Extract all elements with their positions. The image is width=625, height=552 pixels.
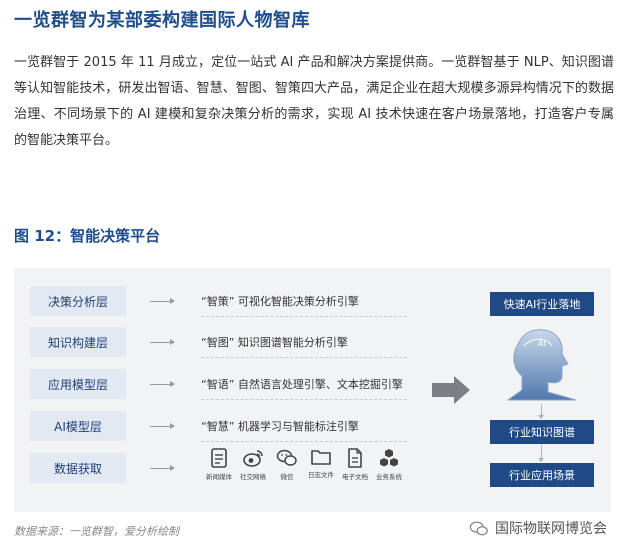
arrow-icon: [150, 298, 175, 304]
article-heading: 一览群智为某部委构建国际人物智库: [14, 10, 310, 31]
arrow-icon: [150, 381, 175, 387]
source-news: 新闻媒体: [201, 448, 237, 481]
file-icon: [348, 448, 362, 468]
output-ai-landing: 快速AI行业落地: [490, 292, 594, 316]
source-label: 微信: [280, 473, 294, 481]
arrow-icon: [150, 339, 175, 345]
source-label: 日志文件: [308, 471, 334, 479]
figure-title: 图 12：智能决策平台: [14, 227, 161, 245]
divider: [201, 357, 407, 358]
layer-application-model: 应用模型层: [30, 369, 126, 399]
watermark-text: 国际物联网博览会: [495, 521, 607, 537]
ai-head-icon: AI: [506, 329, 577, 401]
weibo-icon: [243, 450, 263, 467]
source-social: 社交网络: [235, 448, 271, 481]
news-document-icon: [211, 448, 227, 468]
engine-zhihui: “智慧” 机器学习与智能标注引擎: [201, 420, 359, 433]
down-arrow-icon: [538, 404, 544, 419]
divider: [201, 441, 407, 442]
source-documents: 电子文档: [337, 448, 373, 481]
down-arrow-icon: [538, 445, 544, 462]
head-label: AI: [538, 339, 546, 348]
layer-knowledge-building: 知识构建层: [30, 327, 126, 357]
output-knowledge-graph: 行业知识图谱: [490, 420, 594, 444]
source-label: 新闻媒体: [206, 473, 232, 481]
wechat-icon: [469, 521, 488, 536]
arrow-icon: [150, 465, 175, 471]
output-application-scenarios: 行业应用场景: [490, 463, 594, 487]
article-paragraph: 一览群智于 2015 年 11 月成立，定位一站式 AI 产品和解决方案提供商。…: [14, 55, 614, 148]
layer-ai-model: AI模型层: [30, 411, 126, 441]
source-label: 电子文档: [342, 473, 368, 481]
source-label: 业务系统: [376, 473, 402, 481]
source-logs: 日志文件: [303, 448, 339, 479]
folder-icon: [311, 450, 331, 465]
arrow-icon: [150, 423, 175, 429]
cubes-icon: [380, 449, 398, 467]
source-label: 社交网络: [240, 473, 266, 481]
engine-zhitu: “智图” 知识图谱智能分析引擎: [201, 336, 348, 349]
data-source-icons: 新闻媒体 社交网络 微信 日志文件 电子文档 业务系统: [201, 448, 411, 498]
wechat-icon: [276, 449, 297, 466]
source-note: 数据来源：一览群智，爱分析绘制: [14, 525, 179, 538]
source-business: 业务系统: [371, 448, 407, 481]
layer-decision-analysis: 决策分析层: [30, 286, 126, 316]
engine-zhiyu: “智语” 自然语言处理引擎、文本挖掘引擎: [201, 378, 403, 391]
divider: [201, 399, 407, 400]
source-wechat: 微信: [269, 448, 305, 481]
divider: [201, 316, 407, 317]
decision-platform-diagram: 决策分析层 知识构建层 应用模型层 AI模型层 数据获取 “智策” 可视化智能决…: [14, 268, 611, 512]
watermark: 国际物联网博览会: [469, 518, 607, 538]
engine-zhice: “智策” 可视化智能决策分析引擎: [201, 295, 359, 308]
layer-data-acquisition: 数据获取: [30, 453, 126, 483]
